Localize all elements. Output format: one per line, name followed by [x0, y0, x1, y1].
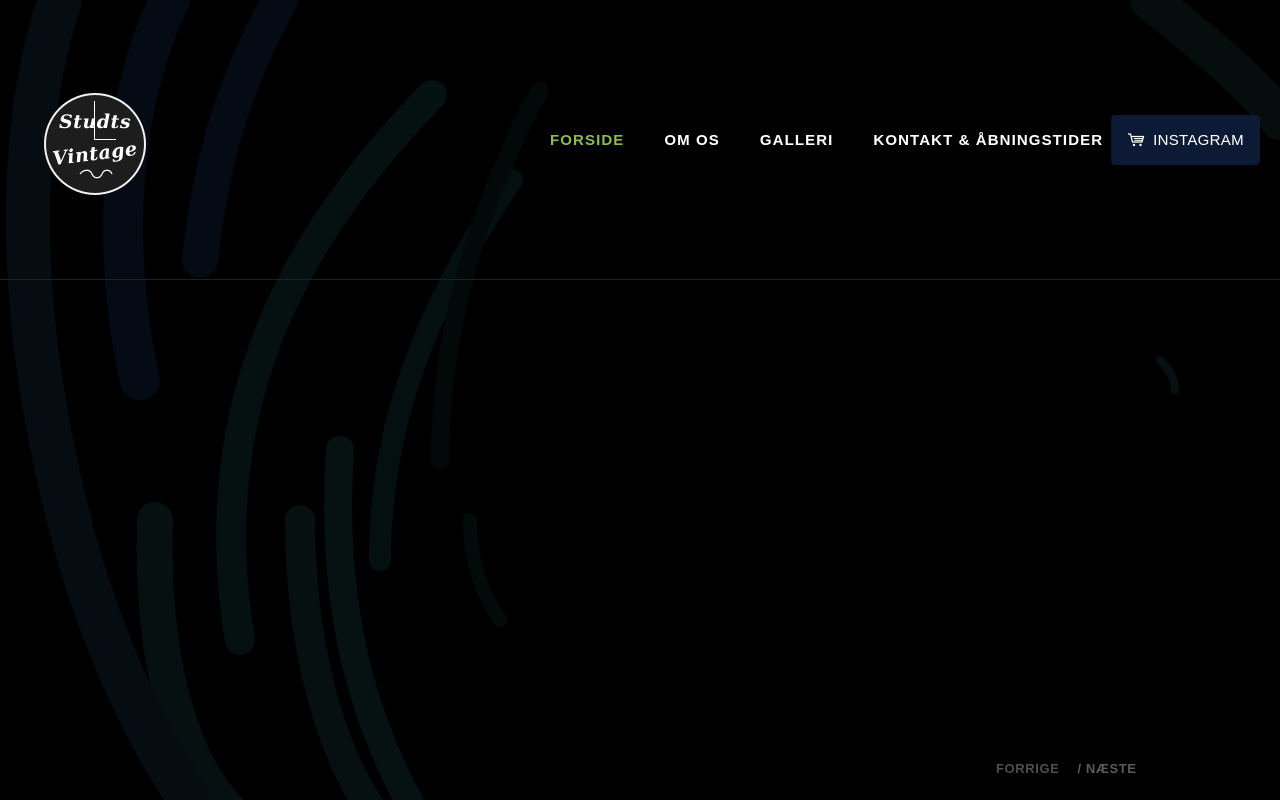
- logo-text-top: Studts: [58, 111, 132, 133]
- cart-icon: [1128, 133, 1145, 147]
- nav-item-kontakt[interactable]: KONTAKT & ÅBNINGSTIDER: [873, 132, 1103, 149]
- site-logo[interactable]: Studts Vintage: [44, 93, 146, 195]
- logo-flourish-icon: [79, 169, 113, 179]
- instagram-button[interactable]: INSTAGRAM: [1111, 115, 1260, 165]
- site-header: Studts Vintage FORSIDE OM OS GALLERI KON…: [0, 0, 1280, 280]
- slider-navigation: FORRIGE / NÆSTE: [996, 761, 1137, 776]
- slider-next-link[interactable]: / NÆSTE: [1077, 761, 1136, 776]
- slider-prev-link[interactable]: FORRIGE: [996, 761, 1059, 776]
- nav-item-om-os[interactable]: OM OS: [664, 132, 720, 149]
- nav-item-forside[interactable]: FORSIDE: [550, 132, 624, 149]
- instagram-button-label: INSTAGRAM: [1153, 131, 1244, 149]
- main-nav: FORSIDE OM OS GALLERI KONTAKT & ÅBNINGST…: [550, 130, 1103, 150]
- page: Studts Vintage FORSIDE OM OS GALLERI KON…: [0, 0, 1280, 800]
- nav-item-galleri[interactable]: GALLERI: [760, 132, 834, 149]
